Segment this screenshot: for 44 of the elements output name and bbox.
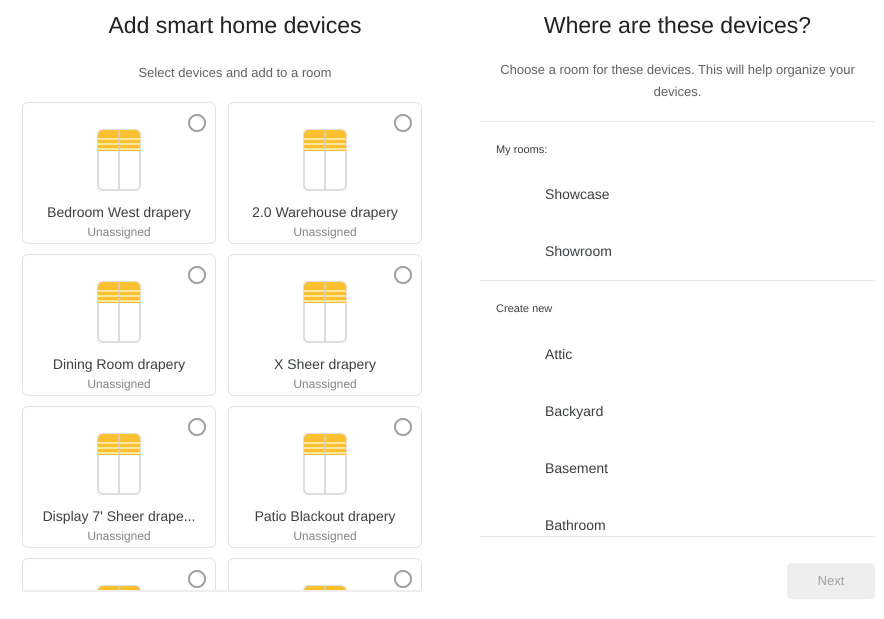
room-option[interactable]: Backyard (545, 382, 875, 440)
device-card[interactable]: Patio Blackout drapery Unassigned (228, 406, 422, 548)
section-label: My rooms: (496, 142, 548, 158)
select-radio[interactable] (188, 418, 206, 436)
device-card[interactable]: Display 7' Sheer drape... Unassigned (22, 406, 216, 548)
select-radio[interactable] (394, 266, 412, 284)
device-status: Unassigned (87, 528, 151, 545)
device-status: Unassigned (293, 528, 357, 545)
device-name: Patio Blackout drapery (254, 507, 396, 526)
page-title: Add smart home devices (108, 11, 362, 40)
select-radio[interactable] (394, 570, 412, 588)
device-status: Unassigned (87, 376, 151, 393)
device-status: Unassigned (293, 376, 357, 393)
select-radio[interactable] (188, 570, 206, 588)
room-option[interactable]: Showcase (545, 166, 875, 223)
device-name: Display 7' Sheer drape... (42, 507, 196, 526)
drapery-icon (97, 281, 141, 343)
room-option[interactable]: Attic (545, 326, 875, 382)
device-status: Unassigned (293, 224, 357, 241)
room-option[interactable]: Showroom (545, 223, 875, 280)
device-name: X Sheer drapery (274, 355, 376, 374)
device-card[interactable]: Bedroom West drapery Unassigned (22, 102, 216, 244)
drapery-icon (97, 433, 141, 495)
page-subtitle: Choose a room for these devices. This will help organize your devices. (499, 60, 856, 100)
select-radio[interactable] (188, 114, 206, 132)
drapery-icon (303, 433, 347, 495)
select-radio[interactable] (394, 418, 412, 436)
select-radio[interactable] (394, 114, 412, 132)
room-option[interactable]: Basement (545, 440, 875, 496)
section-label: Create new (496, 302, 554, 317)
device-status: Unassigned (87, 224, 151, 241)
drapery-icon (303, 129, 347, 191)
room-option[interactable]: Bathroom (545, 496, 875, 554)
drapery-icon (303, 281, 347, 343)
device-name: Bedroom West drapery (47, 203, 191, 222)
device-name: Dining Room drapery (52, 355, 186, 374)
page-subtitle: Select devices and add to a room (138, 64, 332, 82)
device-name: 2.0 Warehouse drapery (252, 203, 398, 222)
device-card[interactable]: 2.0 Warehouse drapery Unassigned (228, 102, 422, 244)
drapery-icon (97, 129, 141, 191)
device-card[interactable]: Dining Room drapery Unassigned (22, 254, 216, 396)
page-title: Where are these devices? (542, 11, 812, 40)
select-radio[interactable] (188, 266, 206, 284)
device-card[interactable]: X Sheer drapery Unassigned (228, 254, 422, 396)
